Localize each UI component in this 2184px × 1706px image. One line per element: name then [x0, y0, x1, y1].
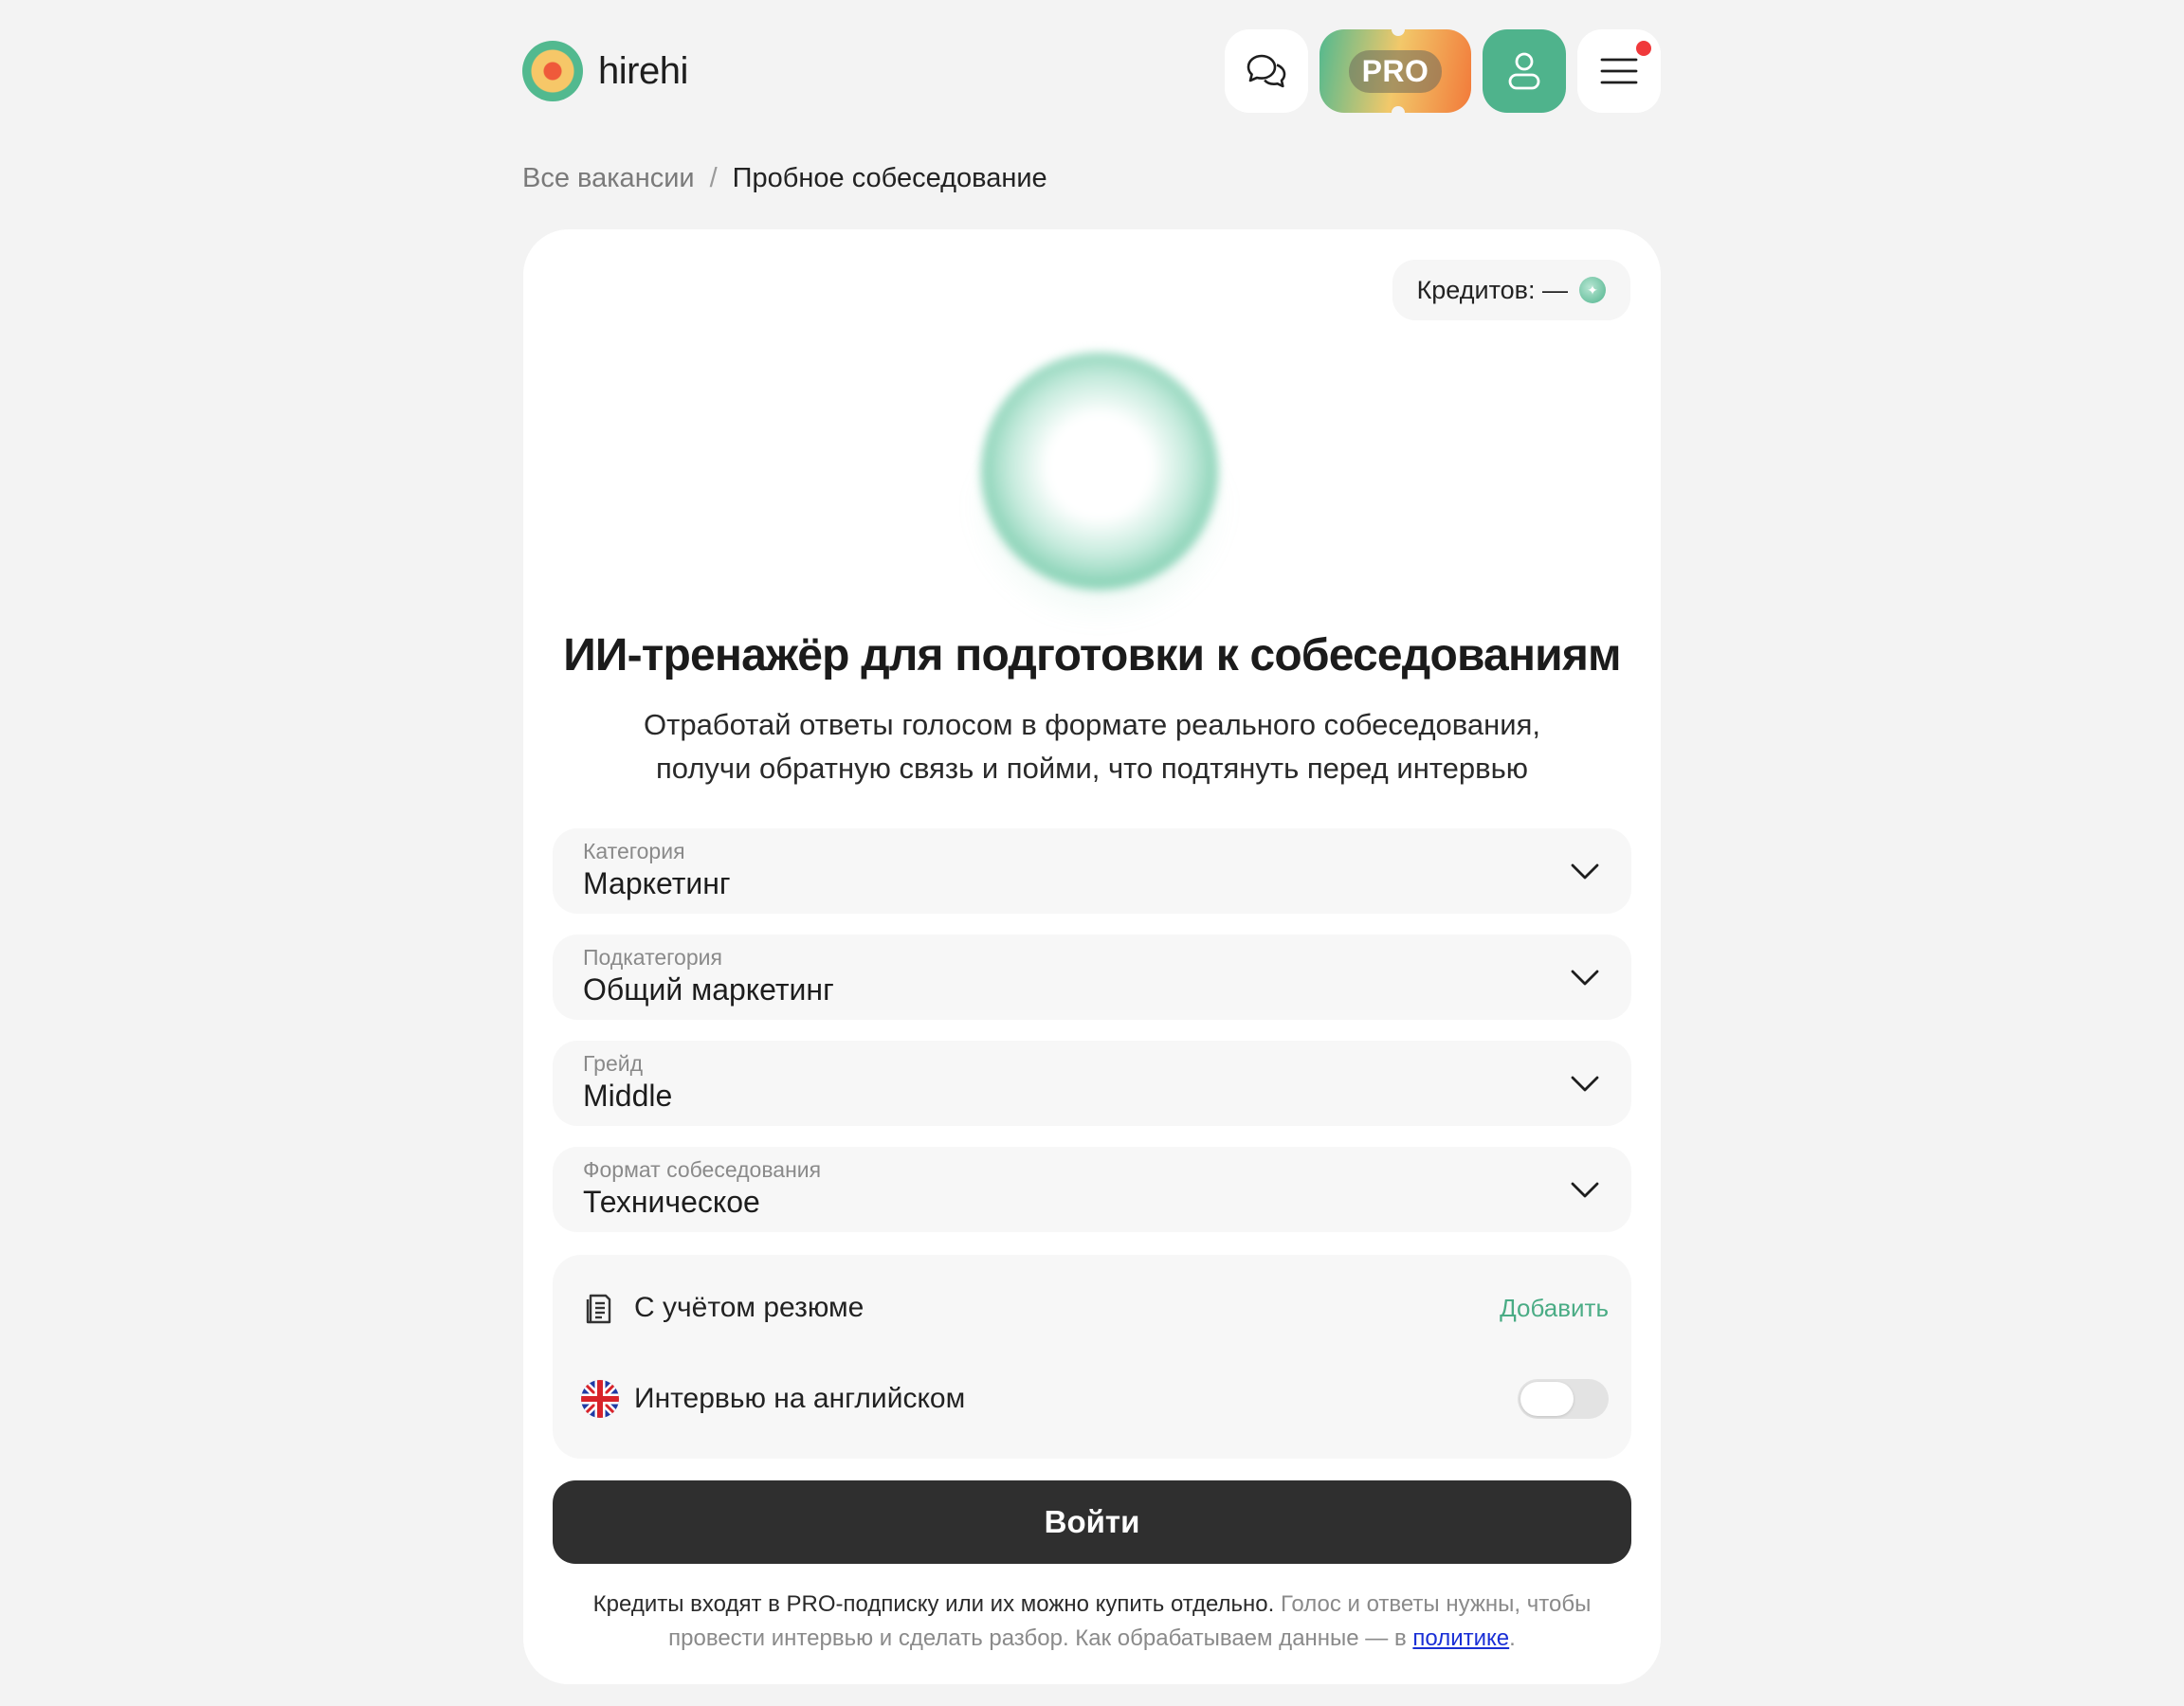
policy-link[interactable]: политике	[1412, 1625, 1509, 1651]
subtitle-line-1: Отработай ответы голосом в формате реаль…	[644, 708, 1540, 741]
subcategory-value: Общий маркетинг	[583, 972, 834, 1007]
credits-badge: Кредитов: — ✦	[1392, 260, 1630, 320]
pro-notch-bottom	[1392, 106, 1405, 119]
logo-icon	[522, 41, 583, 101]
breadcrumb-separator: /	[709, 163, 718, 193]
category-select[interactable]: Категория Маркетинг	[553, 828, 1631, 914]
add-resume-button[interactable]: Добавить	[1500, 1294, 1609, 1323]
chevron-down-icon	[1571, 1076, 1599, 1092]
breadcrumb: Все вакансии / Пробное собеседование	[522, 163, 1047, 194]
pro-button[interactable]: PRO	[1320, 23, 1471, 119]
page: hirehi PRO Все вакансии / Пробное собесе…	[0, 0, 2184, 1706]
credits-label: Кредитов: —	[1416, 275, 1568, 304]
english-option-label: Интервью на английском	[634, 1383, 966, 1414]
credit-coin-icon: ✦	[1579, 277, 1606, 303]
menu-icon	[1600, 58, 1638, 84]
grade-value: Middle	[583, 1079, 673, 1113]
interview-format-value: Техническое	[583, 1185, 760, 1219]
interview-options: С учётом резюме Добавить Интервью на анг…	[553, 1255, 1631, 1459]
category-label: Категория	[583, 839, 685, 863]
interview-format-select[interactable]: Формат собеседования Техническое	[553, 1147, 1631, 1232]
footnote-end: .	[1509, 1625, 1516, 1651]
pro-badge: PRO	[1348, 49, 1443, 93]
document-icon	[581, 1289, 619, 1327]
interview-format-label: Формат собеседования	[583, 1157, 822, 1182]
chevron-down-icon	[1571, 863, 1599, 880]
breadcrumb-current: Пробное собеседование	[732, 163, 1047, 193]
notification-dot	[1636, 41, 1651, 56]
chevron-down-icon	[1571, 1182, 1599, 1198]
footnote: Кредиты входят в PRO-подписку или их мож…	[561, 1588, 1623, 1656]
category-value: Маркетинг	[583, 866, 731, 900]
pro-notch-top	[1392, 23, 1405, 36]
footnote-credits-text: Кредиты входят в PRO-подписку или их мож…	[592, 1591, 1275, 1617]
subcategory-label: Подкатегория	[583, 945, 722, 970]
subcategory-select[interactable]: Подкатегория Общий маркетинг	[553, 935, 1631, 1020]
profile-button[interactable]	[1483, 29, 1566, 113]
user-icon	[1508, 52, 1540, 90]
resume-option-label: С учётом резюме	[634, 1292, 864, 1323]
ai-orb	[981, 353, 1218, 590]
toggle-knob	[1520, 1382, 1574, 1416]
page-subtitle: Отработай ответы голосом в формате реаль…	[580, 703, 1604, 790]
english-option: Интервью на английском	[581, 1379, 1609, 1419]
uk-flag-icon	[581, 1380, 619, 1418]
subtitle-line-2: получи обратную связь и пойми, что подтя…	[655, 752, 1529, 785]
resume-option: С учётом резюме Добавить	[581, 1289, 1609, 1327]
logo-text: hirehi	[598, 49, 688, 92]
chat-icon	[1247, 54, 1286, 88]
interview-card: Кредитов: — ✦ ИИ-тренажёр для подготовки…	[523, 229, 1661, 1684]
grade-select[interactable]: Грейд Middle	[553, 1041, 1631, 1126]
grade-label: Грейд	[583, 1051, 644, 1076]
chat-button[interactable]	[1225, 29, 1308, 113]
english-interview-toggle[interactable]	[1518, 1379, 1609, 1419]
page-title: ИИ-тренажёр для подготовки к собеседован…	[563, 630, 1621, 681]
breadcrumb-all-vacancies[interactable]: Все вакансии	[522, 163, 695, 194]
login-button[interactable]: Войти	[553, 1480, 1631, 1564]
menu-button[interactable]	[1577, 29, 1661, 113]
chevron-down-icon	[1571, 970, 1599, 986]
logo[interactable]: hirehi	[522, 41, 688, 101]
